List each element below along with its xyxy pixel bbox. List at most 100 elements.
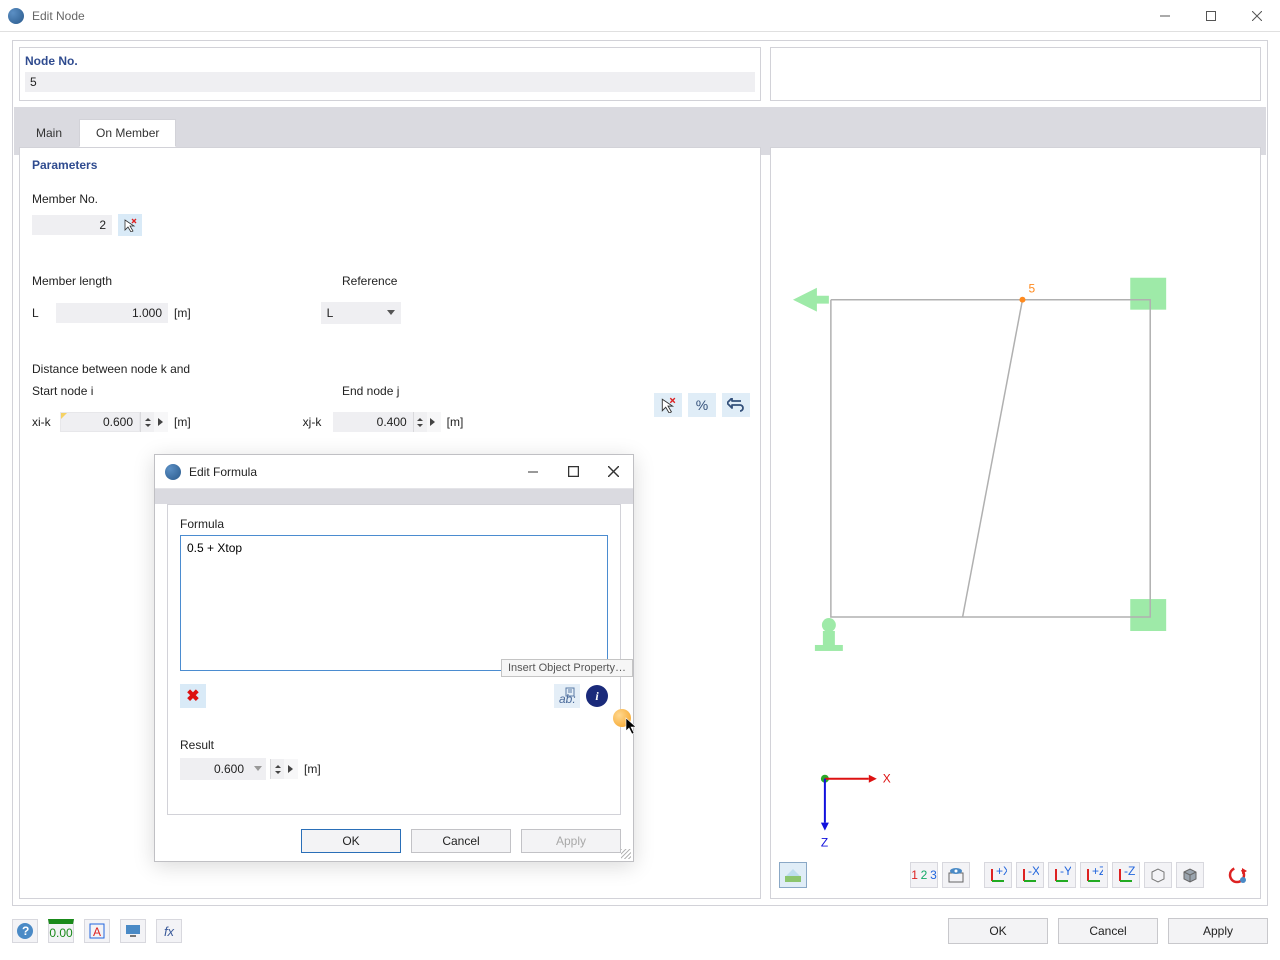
reference-label: Reference — [342, 274, 397, 288]
reference-dropdown[interactable]: L — [321, 302, 401, 324]
formula-ok-button[interactable]: OK — [301, 829, 401, 853]
xj-value: 0.400 — [377, 415, 407, 429]
pick-member-button[interactable] — [118, 214, 142, 236]
node-no-value: 5 — [30, 75, 37, 89]
member-no-value: 2 — [99, 218, 106, 232]
member-no-input[interactable]: 2 — [32, 215, 112, 235]
axis-py-button[interactable]: -Y — [1048, 862, 1076, 888]
preview-node-label: 5 — [1028, 282, 1035, 296]
fx-button[interactable]: fx — [156, 919, 182, 943]
xj-input[interactable]: 0.400 — [333, 412, 413, 432]
member-length-label: Member length — [32, 274, 342, 288]
percent-tool-icon[interactable]: % — [688, 393, 716, 417]
node-no-heading: Node No. — [25, 54, 755, 68]
tooltip: Insert Object Property… — [501, 659, 633, 677]
svg-text:-X: -X — [1028, 866, 1039, 878]
xi-play[interactable] — [154, 412, 168, 432]
formula-apply-button[interactable]: Apply — [521, 829, 621, 853]
result-unit: [m] — [304, 762, 321, 776]
formula-clear-button[interactable]: ✖ — [180, 684, 206, 708]
bottom-toolbar: ? 0.00 A fx OK Cancel Apply — [12, 914, 1268, 948]
apply-button[interactable]: Apply — [1168, 918, 1268, 944]
axis-nx-button[interactable]: -X — [1016, 862, 1044, 888]
xi-value: 0.600 — [103, 415, 133, 429]
pick-tool-icon[interactable] — [654, 393, 682, 417]
units-button[interactable]: 0.00 — [48, 919, 74, 943]
app-icon — [8, 8, 24, 24]
preview-mode-button[interactable] — [779, 862, 807, 888]
svg-text:-Z: -Z — [1124, 866, 1135, 878]
result-spinner[interactable] — [270, 759, 284, 779]
result-value: 0.600 — [180, 758, 250, 780]
ok-button[interactable]: OK — [948, 918, 1048, 944]
result-play[interactable] — [284, 759, 298, 779]
svg-text:+Z: +Z — [1092, 866, 1103, 878]
text-settings-button[interactable]: A — [84, 919, 110, 943]
tab-main[interactable]: Main — [19, 119, 79, 147]
start-node-label: Start node i — [32, 384, 342, 398]
xi-unit: [m] — [174, 415, 191, 429]
result-label: Result — [180, 738, 608, 752]
xi-symbol: xi-k — [32, 415, 60, 429]
show-numbering-button[interactable]: 1 2 3 — [910, 862, 938, 888]
minimize-button[interactable] — [1142, 0, 1188, 32]
xi-input[interactable]: 0.600 — [60, 412, 140, 432]
result-dropdown[interactable] — [250, 758, 266, 780]
formula-titlebar[interactable]: Edit Formula — [155, 455, 633, 489]
formula-abc-button[interactable]: ab: — [554, 684, 580, 708]
xj-unit: [m] — [447, 415, 464, 429]
cancel-button[interactable]: Cancel — [1058, 918, 1158, 944]
tab-on-member[interactable]: On Member — [79, 119, 176, 147]
preview-toolbar: 1 2 3 +X -X -Y +Z -Z — [779, 860, 1252, 890]
axis-pz-button[interactable]: +Z — [1080, 862, 1108, 888]
node-no-input[interactable]: 5 — [25, 72, 755, 92]
formula-maximize-button[interactable] — [553, 455, 593, 489]
reference-value: L — [327, 306, 334, 320]
axis-px-button[interactable]: +X — [984, 862, 1012, 888]
close-button[interactable] — [1234, 0, 1280, 32]
formula-title: Edit Formula — [189, 465, 257, 479]
distance-label: Distance between node k and — [32, 362, 748, 376]
preview-canvas[interactable]: 5 X Z — [771, 148, 1260, 906]
svg-text:Z: Z — [821, 836, 828, 850]
svg-text:A: A — [93, 925, 101, 939]
reset-view-button[interactable] — [1224, 862, 1252, 888]
formula-footer: OK Cancel Apply — [155, 821, 633, 861]
formula-app-icon — [165, 464, 181, 480]
display-button[interactable] — [120, 919, 146, 943]
member-length-input: 1.000 — [56, 303, 168, 323]
help-button[interactable]: ? — [12, 919, 38, 943]
cube-view-button[interactable] — [1176, 862, 1204, 888]
formula-info-button[interactable]: i — [586, 685, 608, 707]
resize-grip[interactable] — [621, 849, 631, 859]
formula-close-button[interactable] — [593, 455, 633, 489]
undo-tool-icon[interactable] — [722, 393, 750, 417]
tabs: Main On Member — [19, 119, 176, 147]
svg-text:ab:: ab: — [559, 692, 576, 705]
formula-label: Formula — [180, 517, 608, 531]
right-header-panel — [770, 47, 1261, 101]
iso-view-button[interactable] — [1144, 862, 1172, 888]
parameters-heading: Parameters — [32, 158, 748, 172]
member-no-label: Member No. — [32, 192, 748, 206]
formula-input[interactable] — [180, 535, 608, 671]
xj-play[interactable] — [427, 412, 441, 432]
axis-nz-button[interactable]: -Z — [1112, 862, 1140, 888]
xi-spinner[interactable] — [140, 412, 154, 432]
edit-formula-dialog: Edit Formula Formula ✖ ab: i Result 0.60… — [154, 454, 634, 862]
end-node-label: End node j — [342, 384, 399, 398]
l-symbol: L — [32, 306, 56, 320]
svg-text:+X: +X — [996, 866, 1007, 878]
titlebar: Edit Node — [0, 0, 1280, 32]
svg-text:X: X — [883, 772, 891, 786]
formula-minimize-button[interactable] — [513, 455, 553, 489]
distance-tool-row: % — [654, 393, 750, 417]
xj-spinner[interactable] — [413, 412, 427, 432]
member-length-value: 1.000 — [132, 306, 162, 320]
show-view-button[interactable] — [942, 862, 970, 888]
node-no-panel: Node No. 5 — [19, 47, 761, 101]
svg-text:?: ? — [22, 924, 29, 938]
formula-cancel-button[interactable]: Cancel — [411, 829, 511, 853]
maximize-button[interactable] — [1188, 0, 1234, 32]
preview-panel: 5 X Z 1 2 3 +X — [770, 147, 1261, 899]
